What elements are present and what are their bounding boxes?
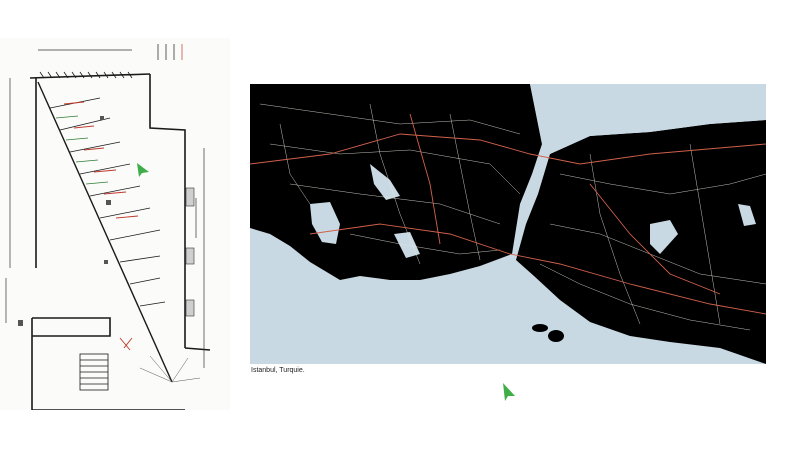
island bbox=[532, 324, 548, 332]
pointer-icon bbox=[502, 382, 516, 401]
pointer-icon bbox=[136, 162, 150, 178]
slide: Istanbul, Turquie. bbox=[0, 0, 800, 450]
exhibition-plan-sketch bbox=[0, 38, 230, 410]
map-caption: Istanbul, Turquie. bbox=[251, 367, 305, 374]
istanbul-map bbox=[250, 84, 766, 364]
island bbox=[548, 330, 564, 342]
